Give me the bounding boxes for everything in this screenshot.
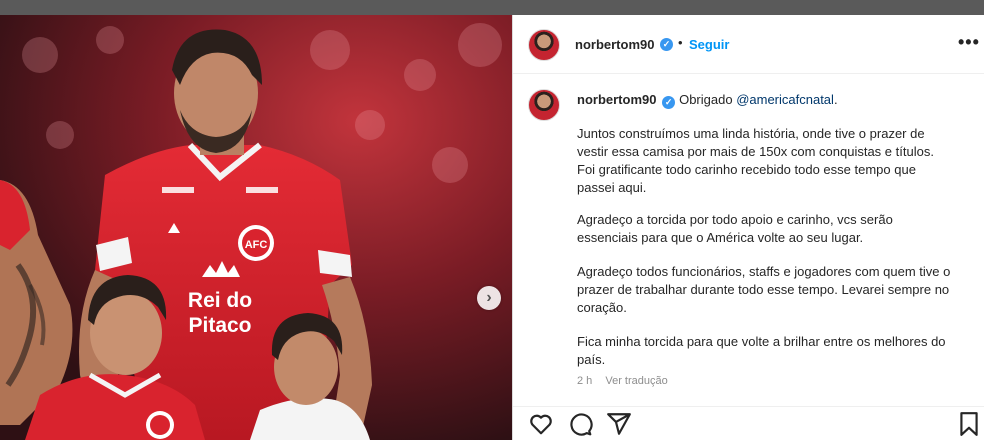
crest-text: AFC (245, 239, 268, 251)
comment-button[interactable] (567, 411, 593, 437)
save-button[interactable] (956, 411, 982, 437)
share-icon (607, 413, 631, 435)
author-avatar[interactable] (528, 29, 560, 61)
verified-badge-icon: ✓ (662, 96, 676, 109)
comment-icon (570, 413, 593, 436)
caption-paragraph: Agradeço a torcida por todo apoio e cari… (577, 212, 893, 245)
like-button[interactable] (528, 411, 554, 437)
caption-username[interactable]: norbertom90 (577, 92, 656, 107)
caption-intro: Obrigado (679, 92, 737, 107)
share-button[interactable] (606, 411, 632, 437)
caption-header: norbertom90 ✓ Obrigado @americafcnatal. (577, 91, 977, 109)
heart-icon (530, 414, 552, 435)
follow-button[interactable]: Seguir (689, 37, 729, 52)
top-bar (0, 0, 984, 15)
more-options-icon[interactable]: ••• (958, 32, 980, 53)
photo-illustration: AFC Rei do Pitaco (0, 15, 512, 440)
next-photo-button[interactable]: › (477, 286, 501, 310)
sponsor-line-1: Rei do (188, 289, 252, 312)
see-translation-link[interactable]: Ver tradução (605, 375, 667, 387)
caption-intro-end: . (833, 92, 838, 107)
separator-dot: • (678, 35, 683, 50)
caption-paragraph: Fica minha torcida para que volte a bril… (577, 334, 946, 367)
post-photo[interactable]: AFC Rei do Pitaco › (0, 15, 512, 440)
chevron-right-icon: › (486, 289, 492, 306)
author-username[interactable]: norbertom90 (575, 37, 654, 52)
caption-paragraph: Agradeço todos funcionários, staffs e jo… (577, 264, 951, 315)
mention-link[interactable]: @americafcnatal (736, 92, 834, 107)
post-detail-panel: norbertom90 ✓ • Seguir ••• norbertom90 ✓… (512, 15, 984, 440)
verified-badge-icon: ✓ (660, 38, 673, 51)
action-bar (513, 406, 984, 440)
sponsor-line-2: Pitaco (188, 314, 251, 337)
caption-paragraph: Juntos construímos uma linda história, o… (577, 126, 934, 195)
bookmark-icon (960, 412, 978, 436)
post-timestamp: 2 h (577, 375, 593, 387)
caption-meta: 2 h Ver tradução (577, 375, 668, 387)
caption-author-avatar[interactable] (528, 89, 560, 121)
post-header: norbertom90 ✓ • Seguir ••• (513, 15, 984, 74)
